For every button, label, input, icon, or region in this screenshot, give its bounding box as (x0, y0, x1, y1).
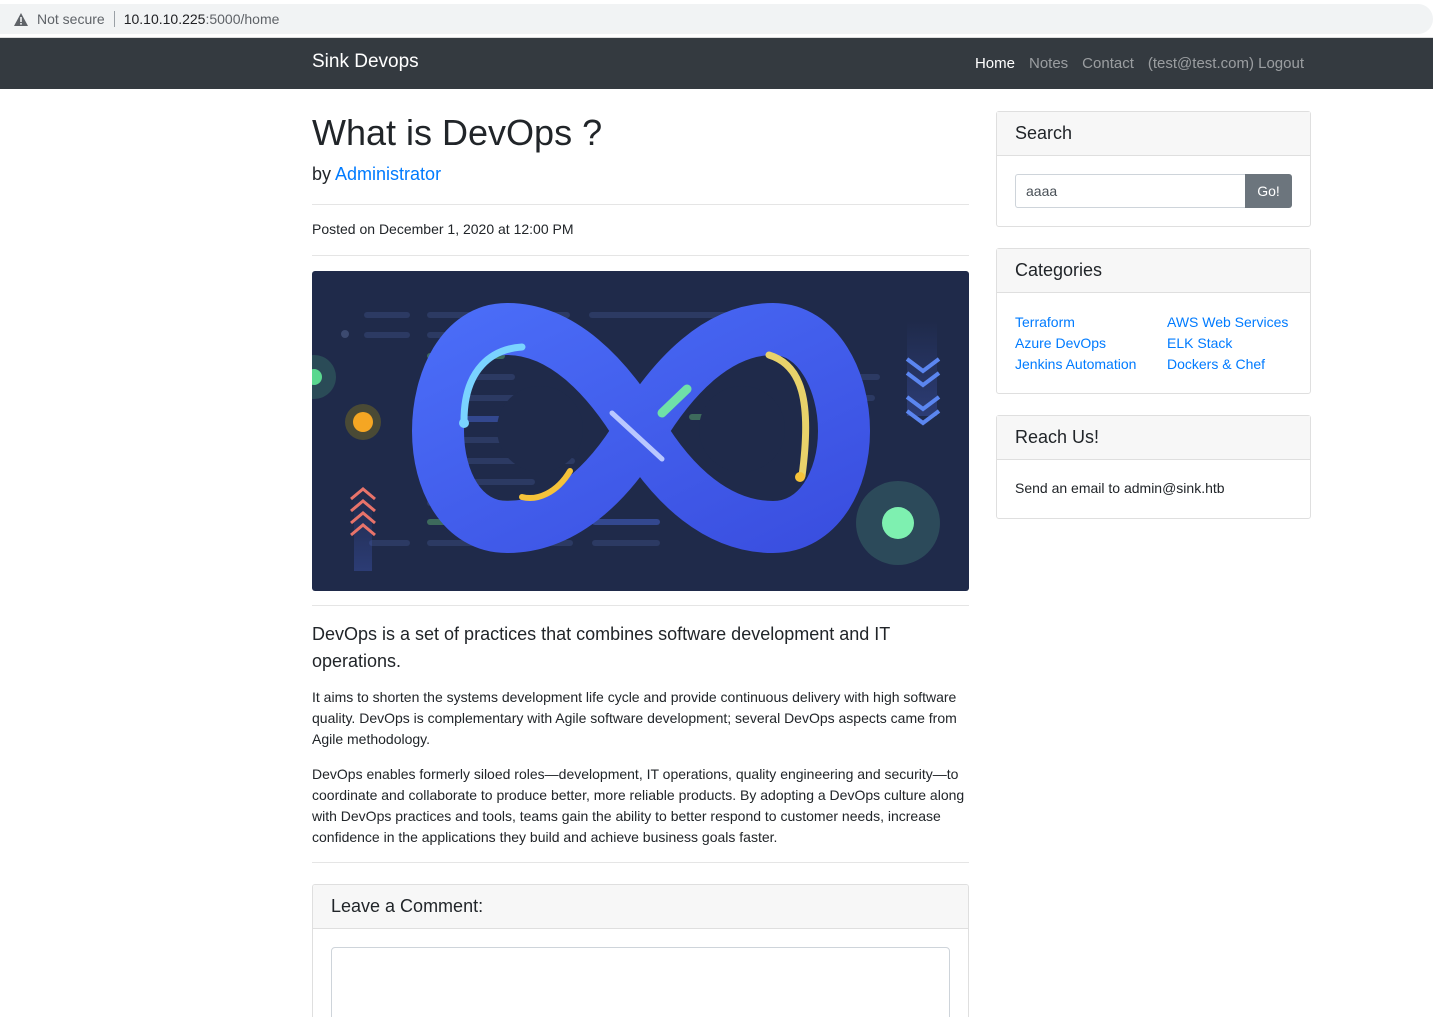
category-link-terraform[interactable]: Terraform (1015, 314, 1075, 330)
divider (312, 204, 969, 206)
nav-notes[interactable]: Notes (1029, 55, 1068, 72)
categories-card-body: Terraform Azure DevOps Jenkins Automatio… (997, 293, 1310, 393)
url-field[interactable]: Not secure 10.10.10.225:5000/home (0, 4, 1433, 34)
search-card-body: Go! (997, 156, 1310, 226)
reach-us-card-header: Reach Us! (997, 416, 1310, 460)
byline-prefix: by (312, 164, 332, 185)
divider (312, 605, 969, 607)
author-link[interactable]: Administrator (335, 164, 441, 184)
list-item: AWS Web Services (1167, 312, 1288, 333)
post-column: What is DevOps ? by Administrator Posted… (312, 89, 969, 1017)
post-byline: by Administrator (312, 164, 969, 185)
list-item: Dockers & Chef (1167, 354, 1288, 375)
list-item: Jenkins Automation (1015, 354, 1167, 375)
nav-links: Home Notes Contact (test@test.com) Logou… (961, 55, 1304, 72)
nav-logout[interactable]: (test@test.com) Logout (1148, 55, 1304, 72)
url-path: :5000/home (205, 11, 280, 27)
list-item: Azure DevOps (1015, 333, 1167, 354)
sidebar: Search Go! Categories Terraform Azure De… (996, 111, 1311, 540)
divider (312, 255, 969, 257)
post-lead: DevOps is a set of practices that combin… (312, 624, 890, 672)
post-date: Posted on December 1, 2020 at 12:00 PM (312, 221, 574, 238)
categories-card-header: Categories (997, 249, 1310, 293)
search-input[interactable] (1015, 174, 1245, 208)
devops-infinity-illustration (312, 271, 969, 592)
category-link-aws[interactable]: AWS Web Services (1167, 314, 1288, 330)
search-card: Search Go! (996, 111, 1311, 227)
categories-left-column: Terraform Azure DevOps Jenkins Automatio… (1015, 312, 1167, 375)
category-link-azure-devops[interactable]: Azure DevOps (1015, 335, 1106, 351)
comment-textarea[interactable] (331, 947, 950, 1017)
categories-grid: Terraform Azure DevOps Jenkins Automatio… (1015, 311, 1292, 375)
list-item: ELK Stack (1167, 333, 1288, 354)
category-link-dockers-chef[interactable]: Dockers & Chef (1167, 356, 1265, 372)
security-label[interactable]: Not secure (37, 11, 105, 27)
warning-icon (14, 12, 28, 26)
reach-us-card: Reach Us! Send an email to admin@sink.ht… (996, 415, 1311, 519)
browser-address-bar: Not secure 10.10.10.225:5000/home (0, 0, 1433, 38)
post-paragraph: It aims to shorten the systems developme… (312, 689, 957, 748)
comment-card: Leave a Comment: (312, 884, 969, 1017)
categories-right-column: AWS Web Services ELK Stack Dockers & Che… (1167, 312, 1288, 375)
category-link-elk[interactable]: ELK Stack (1167, 335, 1232, 351)
reach-us-text: Send an email to admin@sink.htb (1015, 480, 1225, 496)
url-separator (113, 11, 115, 27)
post-title: What is DevOps ? (312, 112, 603, 153)
brand-link[interactable]: Sink Devops (312, 51, 419, 73)
list-item: Terraform (1015, 312, 1167, 333)
top-navbar: Sink Devops Home Notes Contact (test@tes… (0, 38, 1433, 89)
hero-illustration-svg (312, 303, 941, 572)
comment-card-header: Leave a Comment: (313, 885, 968, 930)
post-paragraph: DevOps enables formerly siloed roles—dev… (312, 766, 965, 846)
nav-contact[interactable]: Contact (1082, 55, 1134, 72)
search-go-button[interactable]: Go! (1245, 174, 1292, 208)
divider (312, 862, 969, 864)
category-link-jenkins[interactable]: Jenkins Automation (1015, 356, 1136, 372)
comment-card-body (313, 929, 968, 1017)
search-row: Go! (1015, 174, 1292, 208)
categories-card: Categories Terraform Azure DevOps Jenkin… (996, 248, 1311, 394)
search-card-header: Search (997, 112, 1310, 156)
url-host: 10.10.10.225 (123, 11, 206, 27)
nav-home[interactable]: Home (975, 55, 1015, 72)
